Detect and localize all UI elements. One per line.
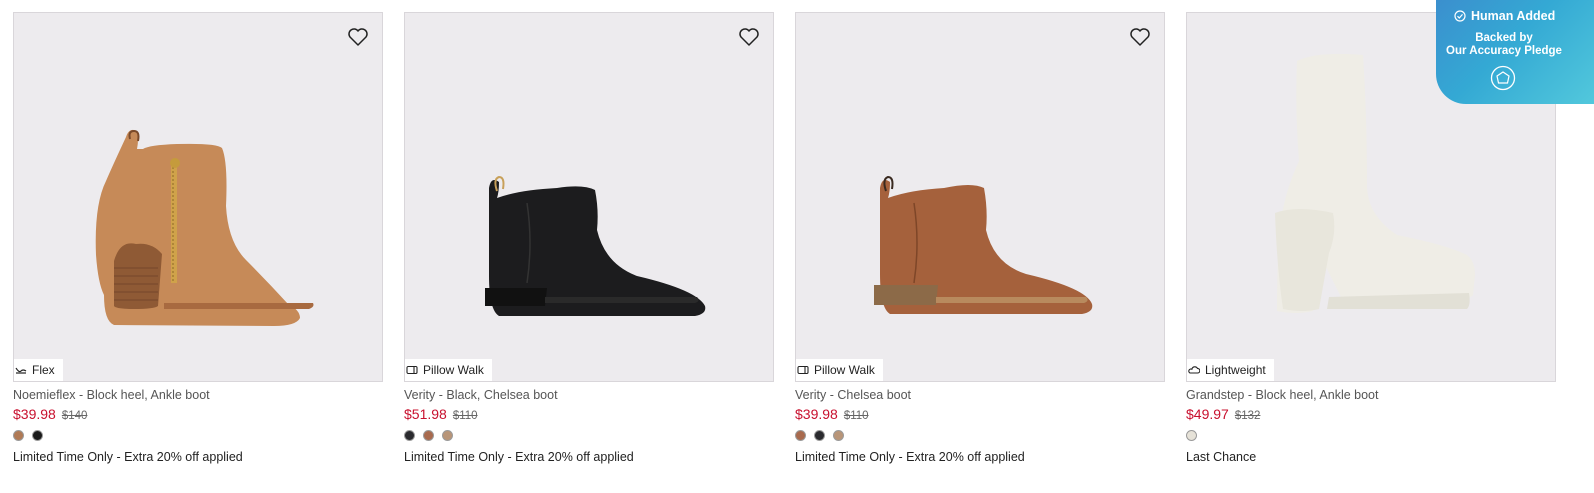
product-name[interactable]: Noemieflex - Block heel, Ankle boot — [13, 388, 383, 402]
chelsea-boot-brown-image — [874, 175, 1093, 314]
price-row: $39.98 $110 — [795, 406, 1165, 422]
shield-icon — [1490, 65, 1516, 91]
color-swatches — [1186, 430, 1556, 442]
promo-text: Limited Time Only - Extra 20% off applie… — [404, 450, 634, 464]
color-swatch[interactable] — [1186, 430, 1197, 441]
badge-header: Human Added — [1454, 9, 1555, 23]
chelsea-boot-black-image — [485, 175, 706, 316]
feature-label: Lightweight — [1205, 363, 1266, 377]
heart-icon[interactable] — [1128, 25, 1152, 49]
sale-price: $49.97 — [1186, 406, 1229, 422]
sale-price: $39.98 — [13, 406, 56, 422]
pillow-walk-icon — [796, 363, 810, 377]
color-swatches — [13, 430, 383, 442]
product-card[interactable]: Pillow Walk Verity - Chelsea boot $39.98… — [795, 12, 1165, 464]
badge-title: Human Added — [1471, 9, 1556, 23]
original-price: $140 — [61, 410, 88, 422]
product-name[interactable]: Verity - Black, Chelsea boot — [404, 388, 774, 402]
feature-tag: Lightweight — [1187, 359, 1274, 381]
product-image[interactable]: Flex — [13, 12, 383, 382]
color-swatch[interactable] — [833, 430, 844, 441]
color-swatch[interactable] — [13, 430, 24, 441]
product-card[interactable]: Pillow Walk Verity - Black, Chelsea boot… — [404, 12, 774, 464]
feature-label: Pillow Walk — [814, 363, 875, 377]
sale-price: $39.98 — [795, 406, 838, 422]
pillow-walk-icon — [405, 363, 419, 377]
feature-label: Pillow Walk — [423, 363, 484, 377]
promo-text: Limited Time Only - Extra 20% off applie… — [13, 450, 243, 464]
feature-tag: Flex — [14, 359, 63, 381]
feature-tag: Pillow Walk — [796, 359, 883, 381]
flex-icon — [14, 363, 28, 377]
feature-tag: Pillow Walk — [405, 359, 492, 381]
lightweight-icon — [1187, 363, 1201, 377]
color-swatch[interactable] — [814, 430, 825, 441]
human-added-badge[interactable]: Human Added Backed by Our Accuracy Pledg… — [1436, 0, 1594, 104]
color-swatch[interactable] — [423, 430, 434, 441]
badge-subtitle: Backed by Our Accuracy Pledge — [1436, 32, 1572, 58]
badge-line-1: Backed by — [1475, 32, 1533, 44]
sale-price: $51.98 — [404, 406, 447, 422]
product-grid: Flex Noemieflex - Block heel, Ankle boot… — [0, 0, 1594, 493]
ankle-boot-tan-image — [95, 129, 314, 326]
original-price: $132 — [1234, 410, 1261, 422]
check-circle-icon — [1454, 10, 1466, 22]
color-swatches — [795, 430, 1165, 442]
promo-text: Limited Time Only - Extra 20% off applie… — [795, 450, 1025, 464]
price-row: $49.97 $132 — [1186, 406, 1556, 422]
feature-label: Flex — [32, 363, 55, 377]
promo-text: Last Chance — [1186, 450, 1257, 464]
heart-icon[interactable] — [737, 25, 761, 49]
product-image[interactable]: Pillow Walk — [404, 12, 774, 382]
color-swatch[interactable] — [795, 430, 806, 441]
color-swatch[interactable] — [32, 430, 43, 441]
price-row: $51.98 $110 — [404, 406, 774, 422]
original-price: $110 — [843, 410, 869, 422]
product-name[interactable]: Verity - Chelsea boot — [795, 388, 1165, 402]
price-row: $39.98 $140 — [13, 406, 383, 422]
original-price: $110 — [452, 410, 478, 422]
heart-icon[interactable] — [346, 25, 370, 49]
product-image[interactable]: Pillow Walk — [795, 12, 1165, 382]
color-swatch[interactable] — [404, 430, 415, 441]
badge-line-2: Our Accuracy Pledge — [1446, 45, 1562, 57]
product-card[interactable]: Flex Noemieflex - Block heel, Ankle boot… — [13, 12, 383, 464]
color-swatch[interactable] — [442, 430, 453, 441]
color-swatches — [404, 430, 774, 442]
product-name[interactable]: Grandstep - Block heel, Ankle boot — [1186, 388, 1556, 402]
